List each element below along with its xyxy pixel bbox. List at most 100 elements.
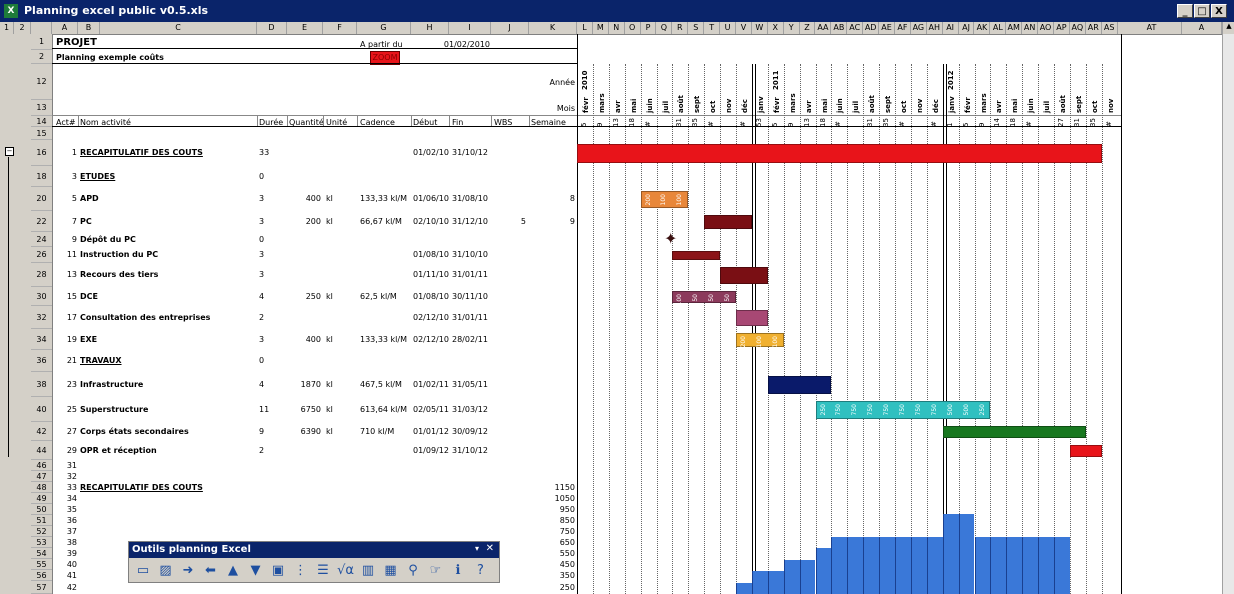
minus-icon[interactable]: ▭ <box>133 561 153 581</box>
info-icon[interactable]: ℹ <box>448 561 468 581</box>
row-header-57[interactable]: 57 <box>31 581 52 594</box>
column-header-u[interactable]: U <box>720 22 736 34</box>
column-header-g[interactable]: G <box>357 22 411 34</box>
toolbar-options-icon[interactable]: ▾ <box>475 544 479 553</box>
column-header-i[interactable]: I <box>449 22 491 34</box>
column-header-s[interactable]: S <box>688 22 705 34</box>
column-header-y[interactable]: Y <box>784 22 800 34</box>
select-all-corner[interactable] <box>31 22 52 34</box>
column-header-ag[interactable]: AG <box>911 22 927 34</box>
image-icon[interactable]: ▦ <box>381 561 401 581</box>
close-button[interactable]: X <box>1211 4 1227 18</box>
column-header-m[interactable]: M <box>593 22 609 34</box>
gantt-bar-dce[interactable]: 100 50 50 50 <box>672 291 736 305</box>
maximize-button[interactable]: □ <box>1194 4 1210 18</box>
indent-icon[interactable]: ☰ <box>313 561 333 581</box>
gantt-bar-exe[interactable]: 200 100 100 <box>736 333 784 347</box>
help-icon[interactable]: ? <box>471 561 491 581</box>
gantt-bar-infrastructure[interactable] <box>767 376 832 394</box>
row-header-55[interactable]: 55 <box>31 559 52 570</box>
column-header-ak[interactable]: AK <box>975 22 991 34</box>
column-header-q[interactable]: Q <box>657 22 673 34</box>
row-header-52[interactable]: 52 <box>31 526 52 537</box>
column-header-ah[interactable]: AH <box>927 22 943 34</box>
row-header-22[interactable]: 22 <box>31 211 52 232</box>
row-header-54[interactable]: 54 <box>31 548 52 559</box>
column-header-al[interactable]: AL <box>990 22 1007 34</box>
arrow-up-icon[interactable]: ▲ <box>223 561 243 581</box>
column-header-am[interactable]: AM <box>1006 22 1023 34</box>
scroll-up-icon[interactable]: ▲ <box>1223 22 1234 34</box>
column-header-aq[interactable]: AQ <box>1070 22 1086 34</box>
row-header-13[interactable]: 13 <box>31 100 52 116</box>
row-header-16[interactable]: 16 <box>31 140 52 166</box>
column-header-extra[interactable]: A <box>1182 22 1222 34</box>
column-header-ad[interactable]: AD <box>863 22 880 34</box>
arrow-left-icon[interactable]: ⬅ <box>201 561 221 581</box>
row-header-53[interactable]: 53 <box>31 537 52 548</box>
chart-icon[interactable]: ▥ <box>358 561 378 581</box>
collapse-group-button[interactable]: − <box>5 147 14 156</box>
column-header-c[interactable]: C <box>100 22 257 34</box>
column-header-a[interactable]: A <box>52 22 78 34</box>
column-header-aa[interactable]: AA <box>816 22 832 34</box>
column-header-ar[interactable]: AR <box>1086 22 1102 34</box>
gantt-bar-pc[interactable] <box>704 215 752 229</box>
column-header-j[interactable]: J <box>491 22 529 34</box>
column-header-an[interactable]: AN <box>1022 22 1039 34</box>
column-header-ac[interactable]: AC <box>847 22 864 34</box>
row-header-46[interactable]: 46 <box>31 460 52 471</box>
row-header-18[interactable]: 18 <box>31 166 52 187</box>
arrow-right-icon[interactable]: ➜ <box>178 561 198 581</box>
row-header-1[interactable]: 1 <box>31 34 52 50</box>
row-header-28[interactable]: 28 <box>31 263 52 287</box>
row-header-40[interactable]: 40 <box>31 397 52 422</box>
gantt-bar-recours[interactable] <box>720 267 768 284</box>
row-header-26[interactable]: 26 <box>31 247 52 263</box>
row-header-56[interactable]: 56 <box>31 570 52 581</box>
column-header-ae[interactable]: AE <box>879 22 895 34</box>
row-header-15[interactable]: 15 <box>31 127 52 140</box>
row-header-36[interactable]: 36 <box>31 350 52 372</box>
column-header-b[interactable]: B <box>78 22 100 34</box>
column-header-v[interactable]: V <box>736 22 752 34</box>
toolbar-close-icon[interactable]: ✕ <box>486 543 494 554</box>
row-header-12[interactable]: 12 <box>31 64 52 100</box>
column-header-e[interactable]: E <box>287 22 323 34</box>
row-header-47[interactable]: 47 <box>31 471 52 482</box>
row-header-34[interactable]: 34 <box>31 329 52 350</box>
column-header-af[interactable]: AF <box>895 22 911 34</box>
gantt-bar-corps-etats[interactable] <box>942 426 1086 438</box>
vertical-scrollbar[interactable]: ▲ <box>1222 22 1234 594</box>
row-header-20[interactable]: 20 <box>31 187 52 211</box>
outline-level-2[interactable]: 2 <box>14 22 31 34</box>
row-header-30[interactable]: 30 <box>31 287 52 306</box>
sqrt-icon[interactable]: √α <box>336 561 356 581</box>
row-header-14[interactable]: 14 <box>31 116 52 127</box>
column-header-h[interactable]: H <box>411 22 449 34</box>
column-header-l[interactable]: L <box>577 22 593 34</box>
column-header-ai[interactable]: AI <box>943 22 959 34</box>
row-header-32[interactable]: 32 <box>31 306 52 329</box>
row-header-38[interactable]: 38 <box>31 372 52 397</box>
column-header-f[interactable]: F <box>323 22 357 34</box>
column-header-p[interactable]: P <box>641 22 657 34</box>
column-header-z[interactable]: Z <box>800 22 816 34</box>
column-header-r[interactable]: R <box>672 22 689 34</box>
row-header-24[interactable]: 24 <box>31 232 52 247</box>
column-header-x[interactable]: X <box>768 22 784 34</box>
row-header-51[interactable]: 51 <box>31 515 52 526</box>
gantt-bar-recap[interactable] <box>577 144 1102 163</box>
arrow-down-icon[interactable]: ▼ <box>246 561 266 581</box>
outline-level-1[interactable]: 1 <box>0 22 14 34</box>
folder-icon[interactable]: ▣ <box>268 561 288 581</box>
column-header-aj[interactable]: AJ <box>959 22 975 34</box>
gantt-bar-consultation[interactable] <box>736 310 768 326</box>
gantt-bar-apd[interactable]: 200 100 100 <box>640 191 689 208</box>
column-header-w[interactable]: W <box>752 22 768 34</box>
column-header-d[interactable]: D <box>257 22 287 34</box>
row-header-2[interactable]: 2 <box>31 50 52 64</box>
row-header-50[interactable]: 50 <box>31 504 52 515</box>
gantt-bar-instruction[interactable] <box>672 251 721 260</box>
column-header-at[interactable]: AT <box>1122 22 1182 34</box>
